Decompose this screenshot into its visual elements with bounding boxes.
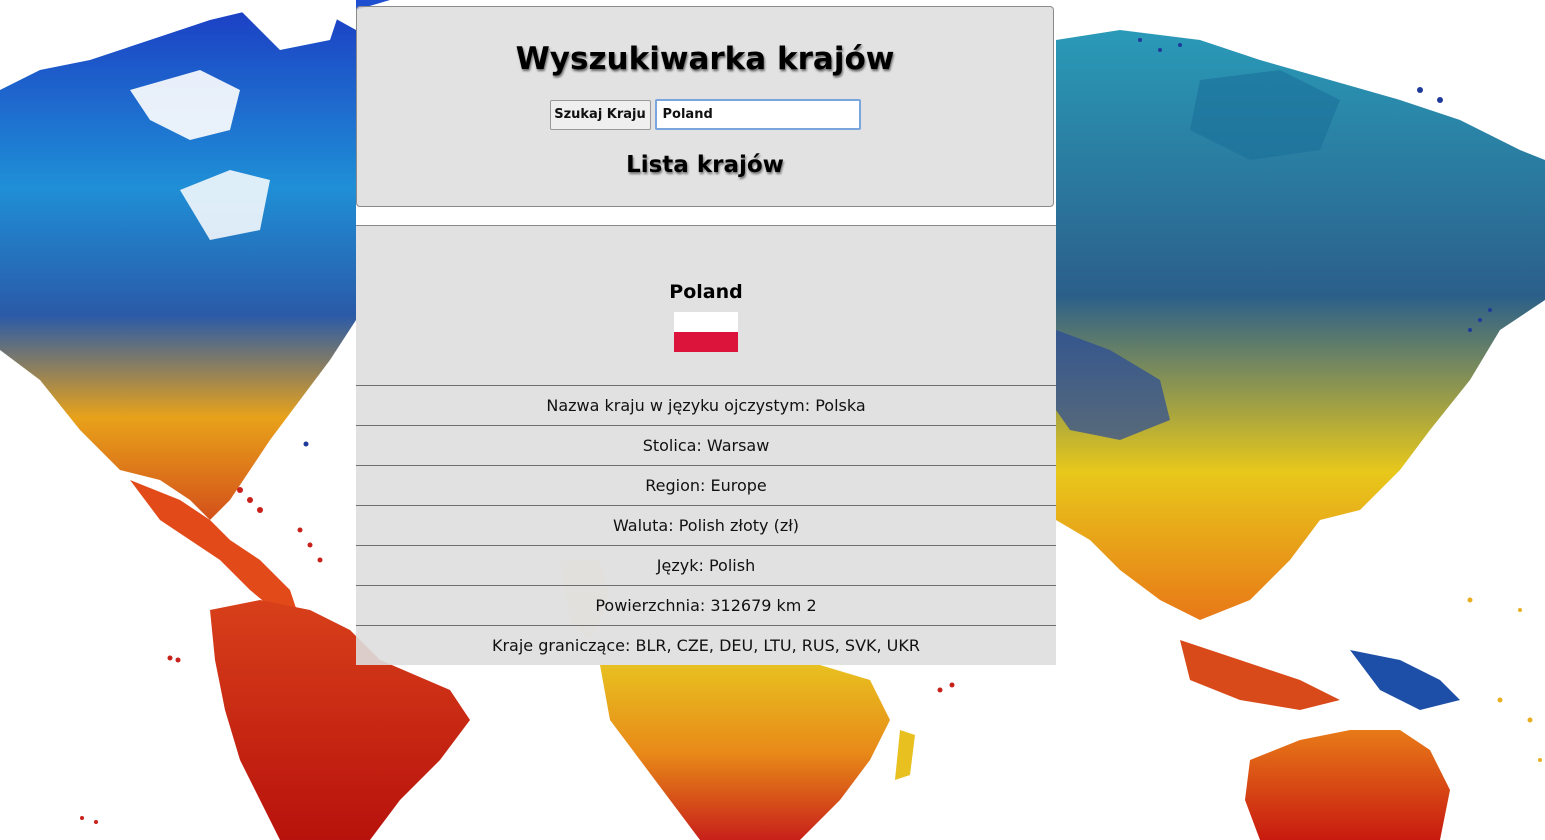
country-card: Poland Nazwa kraju w języku ojczystym: P…: [356, 225, 1056, 665]
flag-image: [674, 312, 738, 352]
detail-borders: Kraje graniczące: BLR, CZE, DEU, LTU, RU…: [356, 625, 1056, 665]
detail-area: Powierzchnia: 312679 km 2: [356, 585, 1056, 625]
search-bar: Szukaj Kraju: [357, 99, 1053, 130]
flag-stripe-red: [674, 332, 738, 352]
detail-currency: Waluta: Polish złoty (zł): [356, 505, 1056, 545]
country-details-list: Nazwa kraju w języku ojczystym: Polska S…: [356, 385, 1056, 665]
list-heading: Lista krajów: [626, 152, 784, 178]
page-title: Wyszukiwarka krajów: [515, 41, 895, 77]
search-button[interactable]: Szukaj Kraju: [549, 99, 651, 130]
detail-language: Język: Polish: [356, 545, 1056, 585]
flag-stripe-white: [674, 312, 738, 332]
detail-native-name: Nazwa kraju w języku ojczystym: Polska: [356, 385, 1056, 425]
search-panel: Wyszukiwarka krajów Szukaj Kraju Lista k…: [356, 6, 1054, 207]
detail-region: Region: Europe: [356, 465, 1056, 505]
detail-capital: Stolica: Warsaw: [356, 425, 1056, 465]
search-input[interactable]: [654, 99, 861, 130]
country-name: Poland: [669, 281, 743, 303]
